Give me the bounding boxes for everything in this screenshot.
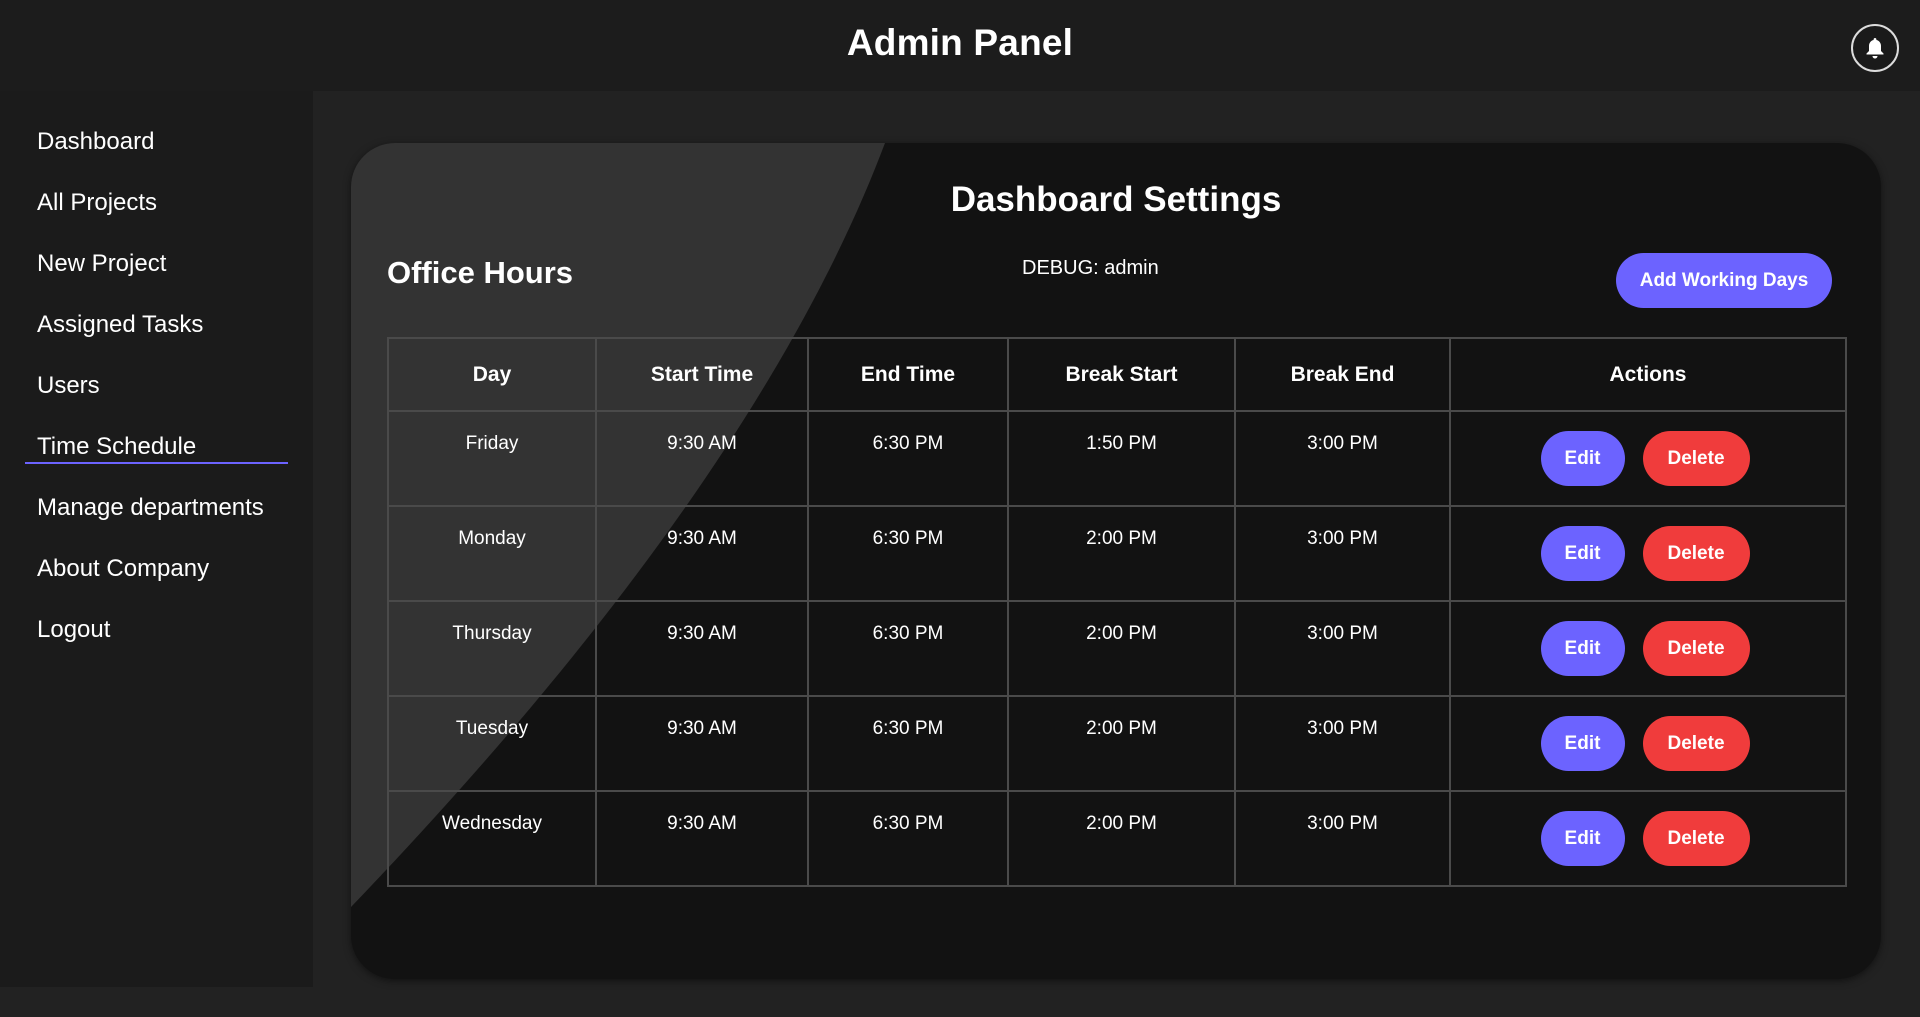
table-row: Thursday 9:30 AM 6:30 PM 2:00 PM 3:00 PM…	[387, 600, 1847, 697]
cell-break-start: 2:00 PM	[1007, 600, 1236, 697]
cell-day: Wednesday	[387, 790, 597, 887]
delete-button[interactable]: Delete	[1642, 811, 1750, 866]
section-title: Office Hours	[387, 255, 574, 290]
notifications-button[interactable]	[1851, 24, 1899, 72]
cell-day: Thursday	[387, 600, 597, 697]
active-item-underline	[25, 462, 288, 464]
cell-day: Monday	[387, 505, 597, 602]
cell-start-time-text: 9:30 AM	[667, 718, 737, 739]
cell-start-time: 9:30 AM	[595, 790, 809, 887]
cell-end-time-text: 6:30 PM	[872, 528, 944, 549]
column-header-day: Day	[387, 337, 597, 412]
cell-actions: Edit Delete	[1449, 695, 1847, 792]
column-header-actions: Actions	[1449, 337, 1847, 412]
cell-actions: Edit Delete	[1449, 600, 1847, 697]
settings-card: Dashboard Settings Office Hours DEBUG: a…	[351, 143, 1881, 979]
cell-break-start: 2:00 PM	[1007, 505, 1236, 602]
table-row: Monday 9:30 AM 6:30 PM 2:00 PM 3:00 PM E…	[387, 505, 1847, 602]
cell-break-end-text: 3:00 PM	[1307, 433, 1378, 454]
sidebar-item-users[interactable]: Users	[37, 372, 100, 400]
office-hours-table: Day Start Time End Time Break Start Brea…	[387, 337, 1847, 887]
edit-button[interactable]: Edit	[1540, 716, 1625, 771]
column-header-start-time: Start Time	[595, 337, 809, 412]
cell-end-time-text: 6:30 PM	[872, 813, 944, 834]
cell-day: Tuesday	[387, 695, 597, 792]
sidebar-item-logout[interactable]: Logout	[37, 616, 110, 644]
cell-break-start: 2:00 PM	[1007, 695, 1236, 792]
edit-button[interactable]: Edit	[1540, 526, 1625, 581]
cell-break-start-text: 2:00 PM	[1086, 623, 1157, 644]
cell-start-time: 9:30 AM	[595, 695, 809, 792]
cell-end-time-text: 6:30 PM	[872, 433, 944, 454]
cell-break-end: 3:00 PM	[1234, 695, 1451, 792]
cell-day-text: Friday	[465, 433, 519, 454]
cell-end-time: 6:30 PM	[807, 410, 1009, 507]
cell-actions: Edit Delete	[1449, 505, 1847, 602]
cell-day-text: Wednesday	[442, 813, 542, 834]
cell-break-start-text: 2:00 PM	[1086, 528, 1157, 549]
sidebar-item-manage-departments[interactable]: Manage departments	[37, 494, 264, 522]
delete-button[interactable]: Delete	[1642, 621, 1750, 676]
cell-start-time-text: 9:30 AM	[667, 623, 737, 644]
cell-start-time: 9:30 AM	[595, 505, 809, 602]
sidebar-item-dashboard[interactable]: Dashboard	[37, 128, 154, 156]
cell-end-time: 6:30 PM	[807, 600, 1009, 697]
cell-day: Friday	[387, 410, 597, 507]
edit-button[interactable]: Edit	[1540, 431, 1625, 486]
column-header-end-time: End Time	[807, 337, 1009, 412]
cell-break-end-text: 3:00 PM	[1307, 718, 1378, 739]
cell-start-time-text: 9:30 AM	[667, 813, 737, 834]
cell-break-end-text: 3:00 PM	[1307, 813, 1378, 834]
bell-icon	[1866, 38, 1884, 59]
edit-button[interactable]: Edit	[1540, 621, 1625, 676]
cell-day-text: Tuesday	[455, 718, 529, 739]
cell-day-text: Monday	[458, 528, 526, 549]
cell-break-start-text: 2:00 PM	[1086, 718, 1157, 739]
cell-break-start: 1:50 PM	[1007, 410, 1236, 507]
cell-break-end-text: 3:00 PM	[1307, 528, 1378, 549]
cell-end-time: 6:30 PM	[807, 695, 1009, 792]
cell-break-start-text: 1:50 PM	[1086, 433, 1157, 454]
cell-actions: Edit Delete	[1449, 410, 1847, 507]
cell-actions: Edit Delete	[1449, 790, 1847, 887]
cell-break-start: 2:00 PM	[1007, 790, 1236, 887]
sidebar-item-all-projects[interactable]: All Projects	[37, 189, 157, 217]
cell-break-start-text: 2:00 PM	[1086, 813, 1157, 834]
table-row: Tuesday 9:30 AM 6:30 PM 2:00 PM 3:00 PM …	[387, 695, 1847, 792]
top-bar: Admin Panel	[0, 0, 1920, 91]
column-header-break-end: Break End	[1234, 337, 1451, 412]
sidebar-item-about-company[interactable]: About Company	[37, 555, 209, 583]
add-working-days-button[interactable]: Add Working Days	[1616, 253, 1832, 308]
cell-end-time-text: 6:30 PM	[872, 623, 944, 644]
cell-end-time: 6:30 PM	[807, 505, 1009, 602]
sidebar-item-time-schedule[interactable]: Time Schedule	[37, 433, 196, 461]
delete-button[interactable]: Delete	[1642, 716, 1750, 771]
cell-break-end: 3:00 PM	[1234, 790, 1451, 887]
sidebar-item-new-project[interactable]: New Project	[37, 250, 166, 278]
cell-break-end: 3:00 PM	[1234, 410, 1451, 507]
cell-start-time-text: 9:30 AM	[667, 433, 737, 454]
cell-start-time: 9:30 AM	[595, 410, 809, 507]
sidebar: Dashboard All Projects New Project Assig…	[0, 91, 313, 987]
column-header-break-start: Break Start	[1007, 337, 1236, 412]
app-title: Admin Panel	[846, 22, 1074, 63]
cell-break-end: 3:00 PM	[1234, 600, 1451, 697]
cell-start-time-text: 9:30 AM	[667, 528, 737, 549]
cell-day-text: Thursday	[452, 623, 532, 644]
sidebar-item-assigned-tasks[interactable]: Assigned Tasks	[37, 311, 203, 339]
cell-start-time: 9:30 AM	[595, 600, 809, 697]
edit-button[interactable]: Edit	[1540, 811, 1625, 866]
page-title: Dashboard Settings	[950, 180, 1282, 219]
cell-break-end: 3:00 PM	[1234, 505, 1451, 602]
table-row: Friday 9:30 AM 6:30 PM 1:50 PM 3:00 PM E…	[387, 410, 1847, 507]
cell-end-time: 6:30 PM	[807, 790, 1009, 887]
cell-break-end-text: 3:00 PM	[1307, 623, 1378, 644]
debug-text: DEBUG: admin	[1022, 257, 1159, 279]
delete-button[interactable]: Delete	[1642, 526, 1750, 581]
table-row: Wednesday 9:30 AM 6:30 PM 2:00 PM 3:00 P…	[387, 790, 1847, 887]
table-header-row: Day Start Time End Time Break Start Brea…	[387, 337, 1847, 412]
delete-button[interactable]: Delete	[1642, 431, 1750, 486]
cell-end-time-text: 6:30 PM	[872, 718, 944, 739]
